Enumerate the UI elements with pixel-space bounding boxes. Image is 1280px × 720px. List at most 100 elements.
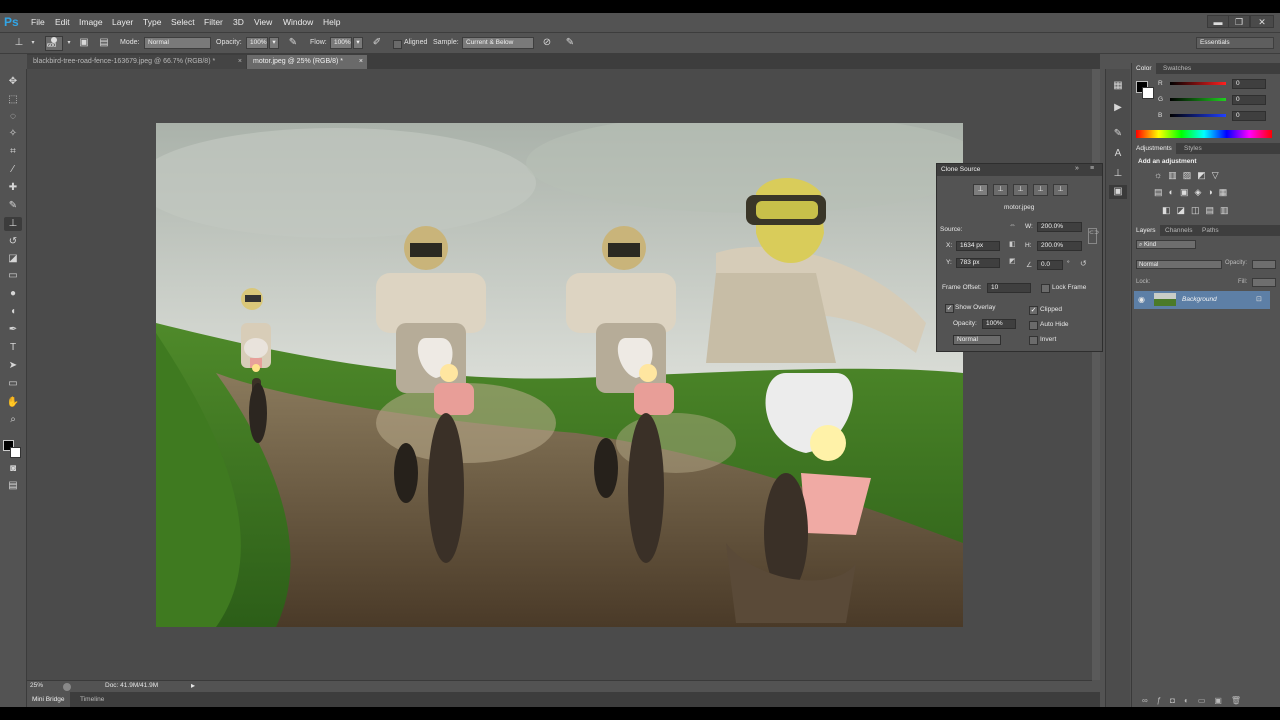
eye-visibility-icon[interactable]: ◉ [1138, 295, 1145, 304]
tab-close-icon[interactable]: × [359, 55, 363, 69]
menu-view[interactable]: View [254, 17, 272, 27]
tab-layers[interactable]: Layers [1132, 225, 1160, 236]
workspace-select[interactable]: Essentials [1196, 37, 1274, 49]
tab-paths[interactable]: Paths [1198, 225, 1223, 236]
layer-blend-mode-select[interactable]: Normal [1136, 260, 1222, 269]
minimize-button[interactable]: ▬ [1207, 15, 1229, 28]
clone-source-panel-icon[interactable]: ▤ [98, 37, 110, 49]
background-color-swatch[interactable] [1142, 87, 1154, 99]
clone-source-3-button[interactable]: ⊥ [1013, 184, 1028, 196]
overlay-opacity-input[interactable]: 100% [982, 319, 1016, 329]
menu-image[interactable]: Image [79, 17, 103, 27]
eyedropper-tool-icon[interactable]: ⁄ [4, 163, 22, 177]
pressure-opacity-icon[interactable]: ✎ [287, 37, 299, 49]
tab-timeline[interactable]: Timeline [75, 692, 109, 707]
layer-name[interactable]: Background [1182, 296, 1217, 303]
panel-menu-icon[interactable]: ≡ [1090, 165, 1094, 172]
layer-opacity-input[interactable] [1252, 260, 1276, 269]
menu-edit[interactable]: Edit [55, 17, 70, 27]
tab-mini-bridge[interactable]: Mini Bridge [27, 692, 70, 707]
color-ramp[interactable] [1136, 130, 1272, 138]
clone-source-5-button[interactable]: ⊥ [1053, 184, 1068, 196]
flow-dropdown-chevron-icon[interactable]: ▾ [353, 37, 363, 49]
channel-ramp[interactable] [1170, 82, 1226, 85]
lock-frame-checkbox[interactable] [1041, 284, 1050, 293]
tab-color[interactable]: Color [1132, 63, 1156, 74]
eraser-tool-icon[interactable]: ◪ [4, 252, 22, 266]
actions-panel-icon[interactable]: ▶ [1109, 101, 1127, 115]
adjustment-icons-row2[interactable]: ▤◐▣◈◑▦ [1154, 187, 1233, 198]
channel-value-field[interactable]: 0 [1232, 79, 1266, 89]
tab-styles[interactable]: Styles [1180, 143, 1206, 154]
invert-checkbox[interactable] [1029, 336, 1038, 345]
pressure-size-icon[interactable]: ✎ [564, 37, 576, 49]
layer-row-background[interactable]: ◉ Background ⊡ [1134, 291, 1270, 309]
channel-value-field[interactable]: 0 [1232, 95, 1266, 105]
rectangle-tool-icon[interactable]: ▭ [4, 377, 22, 391]
zoom-level[interactable]: 25% [30, 682, 43, 689]
dodge-tool-icon[interactable]: ◖ [4, 305, 22, 319]
flip-horizontal-icon[interactable]: ◧ [1009, 240, 1016, 248]
clone-source-header[interactable]: Clone Source » ≡ [937, 164, 1102, 176]
link-scale-icon[interactable]: ⊂⊃ [1088, 228, 1099, 244]
menu-filter[interactable]: Filter [204, 17, 223, 27]
clone-source-4-button[interactable]: ⊥ [1033, 184, 1048, 196]
type-tool-icon[interactable]: T [4, 341, 22, 355]
screen-mode-icon[interactable]: ▤ [4, 479, 22, 493]
height-scale-input[interactable]: 200.0% [1037, 241, 1082, 251]
reset-transform-icon[interactable]: ↺ [1080, 259, 1087, 268]
doc-tab-motor[interactable]: motor.jpeg @ 25% (RGB/8) * × [247, 55, 367, 69]
color-slider-g[interactable]: G0 [1158, 95, 1278, 107]
tool-preset-chevron-icon[interactable]: ▾ [27, 37, 39, 49]
brush-panel-icon[interactable]: ✎ [1109, 127, 1127, 141]
menu-help[interactable]: Help [323, 17, 340, 27]
history-panel-icon[interactable]: ▦ [1109, 79, 1127, 93]
doc-tab-blackbird[interactable]: blackbird-tree-road-fence-163679.jpeg @ … [27, 55, 246, 69]
crop-tool-icon[interactable]: ⌗ [4, 145, 22, 159]
sample-select[interactable]: Current & Below [462, 37, 534, 49]
channel-ramp[interactable] [1170, 114, 1226, 117]
clone-stamp-tool-icon[interactable]: ⊥ [4, 217, 22, 231]
tab-channels[interactable]: Channels [1161, 225, 1196, 236]
source-x-input[interactable]: 1634 px [956, 241, 1000, 251]
tool-presets-panel-icon[interactable]: ⊥ [1109, 167, 1127, 181]
auto-hide-checkbox[interactable] [1029, 321, 1038, 330]
blur-tool-icon[interactable]: ● [4, 287, 22, 301]
color-slider-r[interactable]: R0 [1158, 79, 1278, 91]
zoom-tool-icon[interactable]: ⌕ [4, 413, 22, 427]
background-color-swatch[interactable] [10, 447, 21, 458]
clone-source-1-button[interactable]: ⊥ [973, 184, 988, 196]
tab-adjustments[interactable]: Adjustments [1132, 143, 1176, 154]
channel-ramp[interactable] [1170, 98, 1226, 101]
ignore-adjustment-layers-icon[interactable]: ⊘ [541, 37, 553, 49]
layers-footer-icons[interactable]: ∞ƒ◘◐▭▣🗑 [1142, 696, 1250, 705]
collapse-icon[interactable]: » [1075, 165, 1079, 172]
color-slider-b[interactable]: B0 [1158, 111, 1278, 123]
overlay-blend-mode-select[interactable]: Normal [953, 335, 1001, 345]
layer-fill-input[interactable] [1252, 278, 1276, 287]
gradient-tool-icon[interactable]: ▭ [4, 269, 22, 283]
adjustment-icons-row1[interactable]: ☼▥▨◩▽ [1154, 170, 1225, 181]
channel-value-field[interactable]: 0 [1232, 111, 1266, 121]
menu-type[interactable]: Type [143, 17, 161, 27]
clipped-checkbox[interactable]: ✓ [1029, 306, 1038, 315]
character-panel-icon[interactable]: A [1109, 147, 1127, 161]
aligned-checkbox[interactable] [393, 40, 402, 49]
lasso-tool-icon[interactable]: ◌ [4, 110, 22, 124]
hand-tool-icon[interactable]: ✋ [4, 396, 22, 410]
source-y-input[interactable]: 783 px [956, 258, 1000, 268]
document-image[interactable] [156, 123, 963, 627]
menu-file[interactable]: File [31, 17, 45, 27]
reset-offset-icon[interactable]: ⇔ [1009, 222, 1016, 229]
tab-swatches[interactable]: Swatches [1159, 63, 1195, 74]
frame-offset-input[interactable]: 10 [987, 283, 1031, 293]
airbrush-icon[interactable]: ✐ [371, 37, 383, 49]
opacity-dropdown-chevron-icon[interactable]: ▾ [269, 37, 279, 49]
menu-select[interactable]: Select [171, 17, 195, 27]
show-overlay-checkbox[interactable]: ✓ [945, 304, 954, 313]
brush-picker-chevron-icon[interactable]: ▾ [63, 37, 75, 49]
quick-selection-tool-icon[interactable]: ✧ [4, 127, 22, 141]
quick-mask-icon[interactable]: ◙ [4, 462, 22, 476]
status-arrow-icon[interactable]: ▸ [191, 681, 195, 690]
menu-3d[interactable]: 3D [233, 17, 244, 27]
